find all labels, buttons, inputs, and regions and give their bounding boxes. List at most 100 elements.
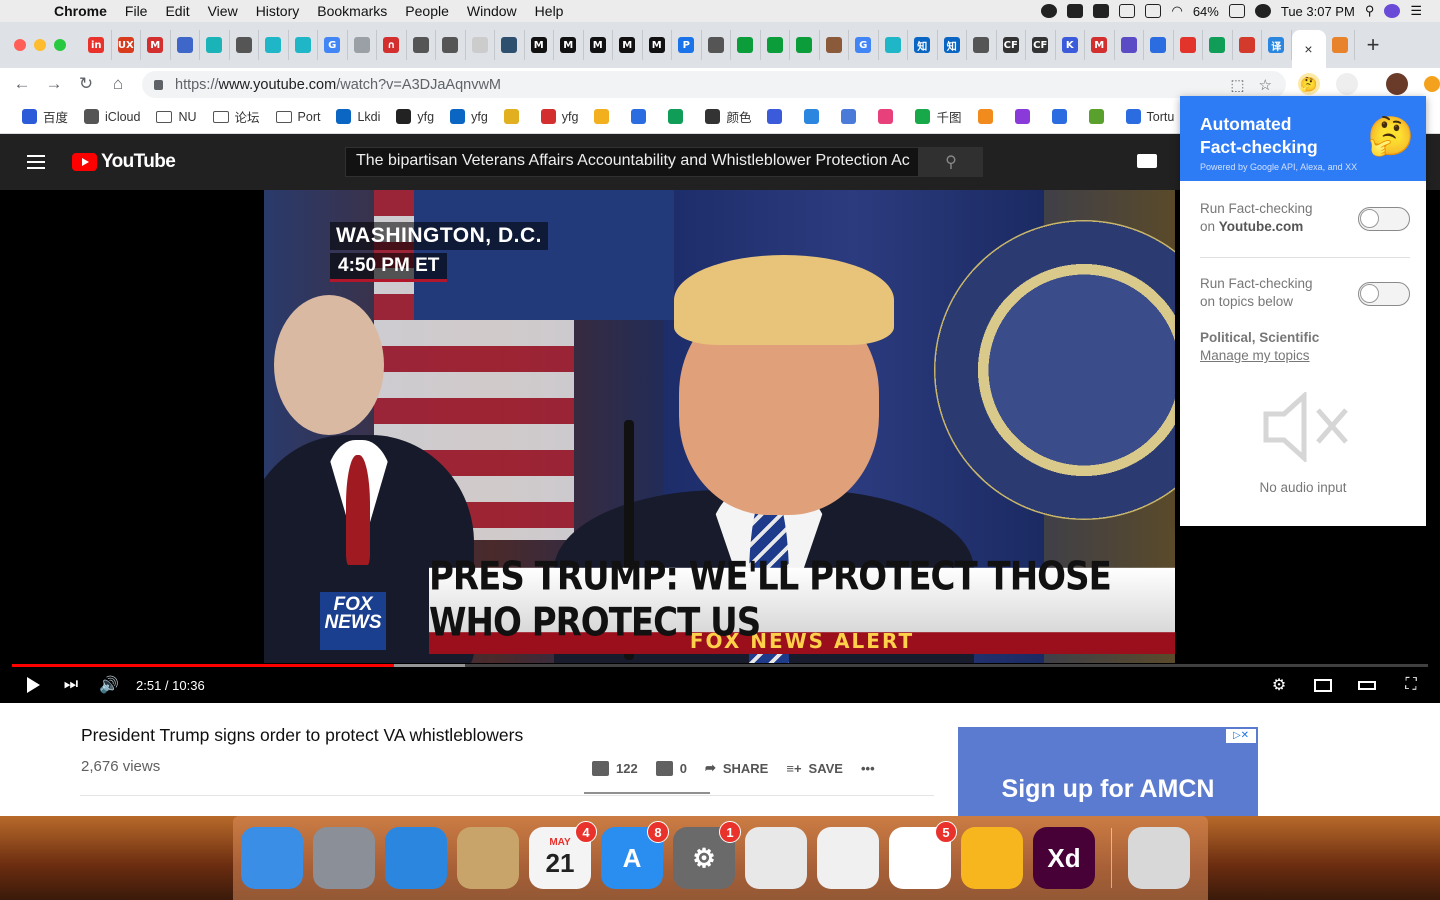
tab[interactable] [731,30,761,60]
bookmark-item[interactable] [796,109,833,124]
tab[interactable] [436,30,466,60]
tab[interactable]: M [141,30,171,60]
dock-sketch-icon[interactable] [961,827,1023,889]
grid-tray-icon[interactable] [1119,4,1136,18]
save-button[interactable]: ≡+ SAVE [786,761,843,776]
minimize-window-button[interactable] [34,39,46,51]
dock-trash-icon[interactable] [1128,827,1190,889]
youtube-logo[interactable]: YouTube [72,151,176,173]
forward-button[interactable]: → [38,74,70,94]
sidebar-ad[interactable]: ▷✕ Sign up for AMCN [958,727,1258,816]
bookmark-item[interactable]: yfg [533,109,587,124]
tab[interactable]: 知 [908,30,938,60]
dock-adobe-xd-icon[interactable]: Xd [1033,827,1095,889]
menu-people[interactable]: People [396,3,458,19]
menu-bookmarks[interactable]: Bookmarks [308,3,396,19]
bookmark-item[interactable] [1081,109,1118,124]
tab[interactable] [761,30,790,60]
bookmark-item[interactable] [970,109,1007,124]
tab[interactable] [466,30,495,60]
bookmark-item[interactable]: Tortu [1118,109,1183,124]
tab[interactable] [1233,30,1262,60]
bookmark-item[interactable] [833,109,870,124]
update-icon[interactable] [1424,76,1440,92]
dock-launchpad-icon[interactable] [313,827,375,889]
tab[interactable]: M [525,30,554,60]
dock-system-preferences-icon[interactable]: ⚙ 1 [673,821,741,889]
tab[interactable]: P [672,30,702,60]
tab[interactable] [702,30,731,60]
site-fact-check-toggle[interactable] [1358,207,1410,231]
tab[interactable]: M [643,30,672,60]
menu-app-name[interactable]: Chrome [40,3,116,19]
battery-icon[interactable] [1228,4,1245,18]
tab[interactable]: M [1085,30,1115,60]
play-button[interactable] [14,677,52,693]
tab[interactable] [820,30,849,60]
menu-history[interactable]: History [247,3,309,19]
bookmark-item[interactable] [759,109,796,124]
tab[interactable] [348,30,377,60]
airplay-icon[interactable] [1145,4,1162,18]
tab[interactable] [1115,30,1144,60]
bookmark-item[interactable]: 颜色 [697,107,759,126]
menu-edit[interactable]: Edit [156,3,198,19]
translate-icon[interactable]: ⬚ [1230,76,1244,94]
tab[interactable]: G [318,30,348,60]
tab[interactable]: in [82,30,112,60]
bookmark-star-icon[interactable]: ☆ [1259,76,1272,94]
bookmark-item[interactable]: iCloud [76,109,148,124]
tab[interactable] [1174,30,1203,60]
like-button[interactable]: 122 [592,760,638,776]
guide-menu-icon[interactable] [0,155,72,169]
bookmark-item[interactable]: yfg [442,109,496,124]
bookmark-folder[interactable]: NU [148,110,204,124]
dock-chrome-icon[interactable] [745,827,807,889]
dock-wechat-icon[interactable] [817,827,879,889]
app-tray-icon[interactable] [1067,4,1084,18]
menu-help[interactable]: Help [526,3,573,19]
tab[interactable] [289,30,318,60]
reload-button[interactable]: ↻ [70,74,102,94]
zoom-window-button[interactable] [54,39,66,51]
tab[interactable]: G [849,30,879,60]
bookmark-item[interactable]: yfg [388,109,442,124]
tab[interactable]: CF [1026,30,1056,60]
tab[interactable] [495,30,525,60]
bookmark-item[interactable]: 千图 [907,107,969,126]
tab[interactable]: CF [997,30,1026,60]
tab[interactable] [407,30,436,60]
menu-window[interactable]: Window [458,3,526,19]
fullscreen-icon[interactable]: ⛶ [1392,675,1430,695]
create-video-icon[interactable] [1137,154,1157,168]
tab[interactable] [259,30,289,60]
spotlight-icon[interactable]: ⚲ [1365,3,1375,19]
back-button[interactable]: ← [6,74,38,94]
dock-safari-icon[interactable] [385,827,447,889]
dock-app-store-icon[interactable]: A8 [601,821,669,889]
progress-bar[interactable] [12,664,1428,667]
topics-fact-check-toggle[interactable] [1358,282,1410,306]
bookmark-item[interactable] [870,109,907,124]
tab[interactable]: M [554,30,584,60]
search-button[interactable]: ⚲ [919,147,983,177]
siri-icon[interactable] [1384,4,1401,18]
tab[interactable] [1203,30,1233,60]
bookmark-item[interactable] [660,109,697,124]
tab[interactable] [790,30,820,60]
clock[interactable]: Tue 3:07 PM [1281,4,1355,19]
dock-finder-icon[interactable] [241,827,303,889]
tab-after-active[interactable] [1326,30,1355,60]
tab[interactable]: 知 [938,30,967,60]
share-button[interactable]: ➦ SHARE [705,760,768,776]
tab[interactable] [1144,30,1174,60]
sync-tray-icon[interactable] [1254,4,1271,18]
next-button[interactable]: ⏭ [52,676,90,694]
tab[interactable]: M [584,30,613,60]
settings-gear-icon[interactable]: ⚙ [1260,675,1298,695]
bookmark-item[interactable]: Lkdi [328,109,388,124]
tab[interactable]: K [1056,30,1085,60]
tab[interactable]: 译 [1262,30,1292,60]
tab[interactable]: M [613,30,643,60]
bookmark-item[interactable] [1007,109,1044,124]
